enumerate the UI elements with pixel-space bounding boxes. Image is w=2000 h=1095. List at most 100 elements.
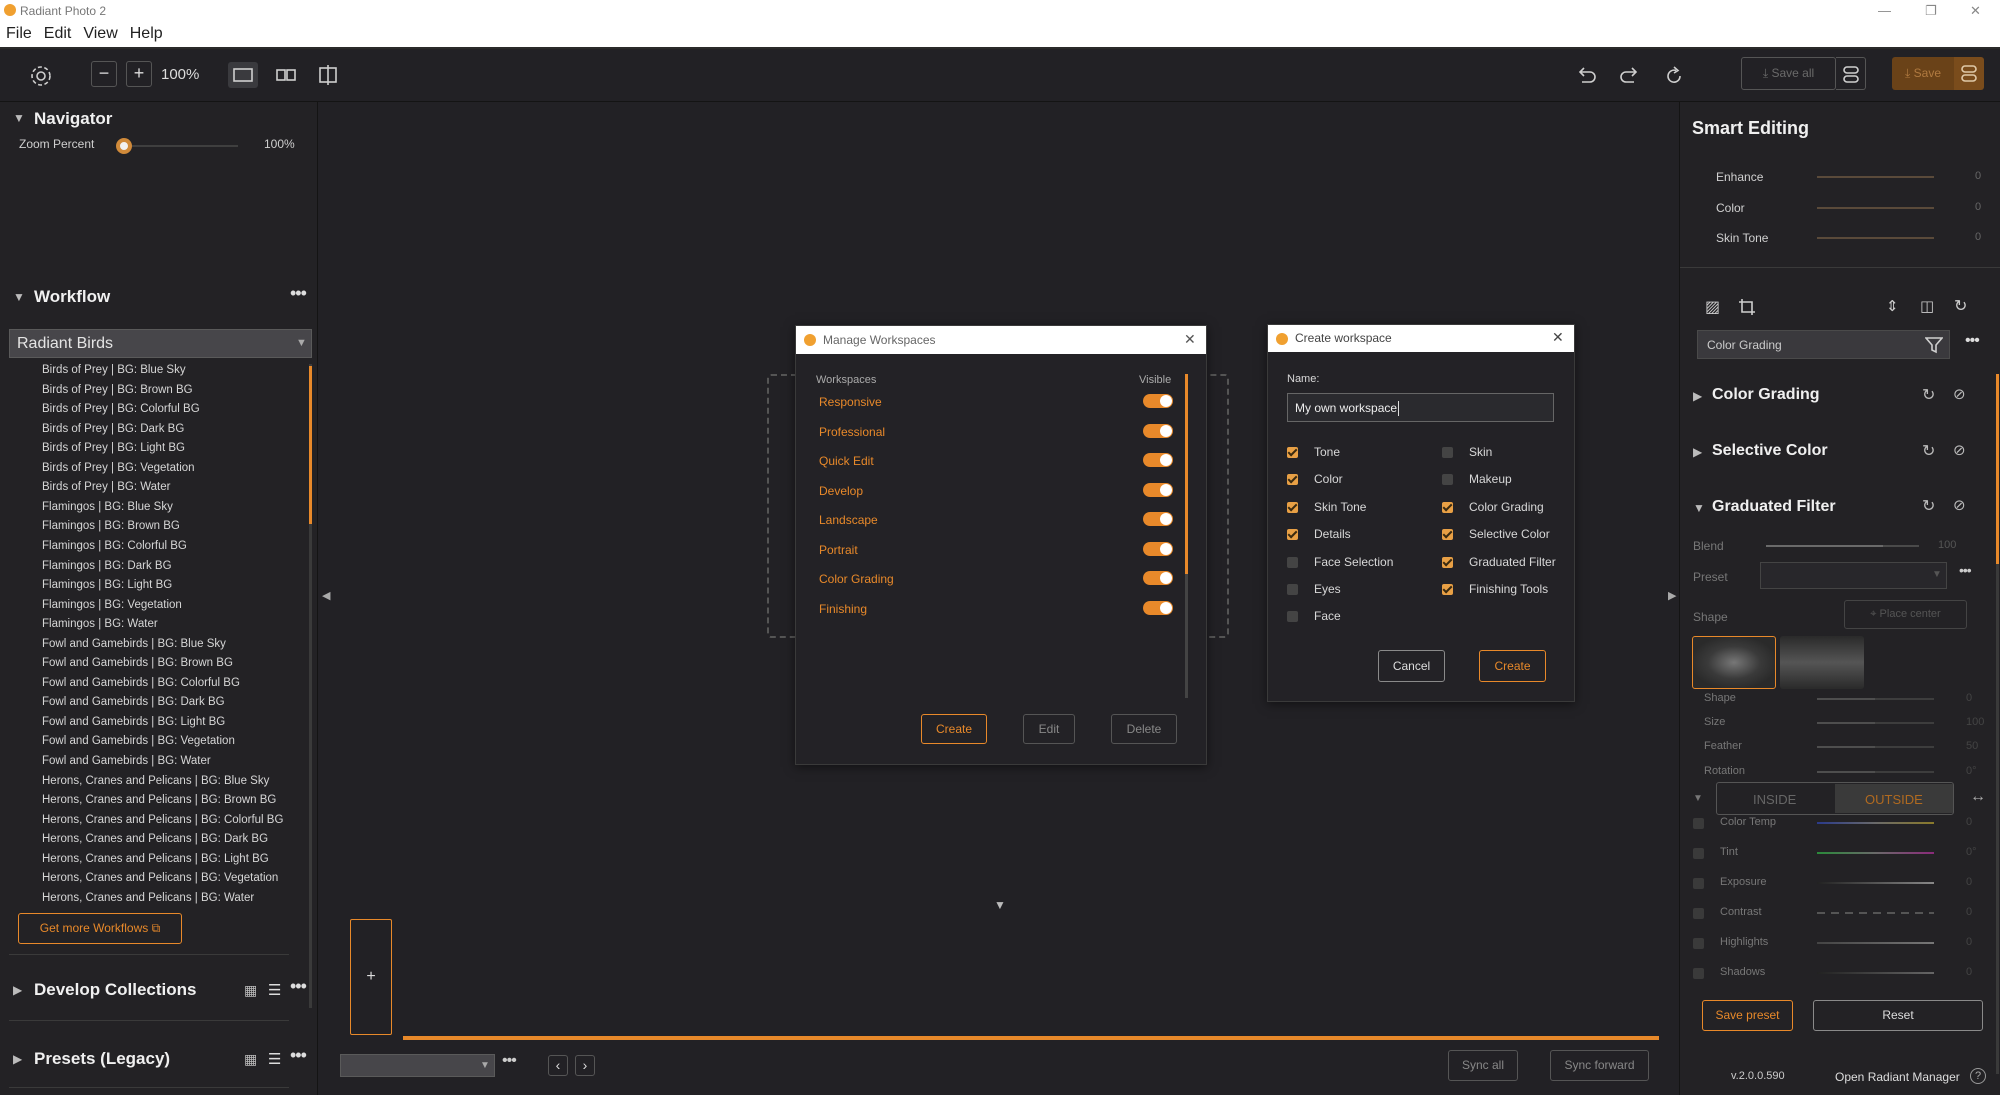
- layers-icon[interactable]: ⇕: [1886, 297, 1899, 315]
- adjustment-slider-track[interactable]: [1817, 822, 1934, 824]
- menu-file[interactable]: File: [0, 21, 38, 43]
- workflow-list-item[interactable]: Fowl and Gamebirds | BG: Colorful BG: [42, 677, 240, 689]
- workspace-more-icon[interactable]: •••: [1965, 332, 1980, 350]
- close-window-icon[interactable]: ✕: [1970, 3, 1981, 19]
- zoom-out-button[interactable]: −: [91, 61, 117, 87]
- reset-section-icon[interactable]: ↻: [1922, 441, 1935, 461]
- reset-button[interactable]: Reset: [1813, 1000, 1983, 1031]
- save-all-button[interactable]: ⤓ Save all: [1741, 57, 1836, 90]
- reset-rotate-icon[interactable]: [1661, 63, 1687, 89]
- selective-color-expand-icon[interactable]: ▶: [1693, 445, 1702, 459]
- previous-image-button[interactable]: ‹: [548, 1055, 568, 1076]
- adjustment-checkbox[interactable]: [1693, 938, 1704, 949]
- outside-option[interactable]: OUTSIDE: [1865, 792, 1923, 807]
- workflow-list-item[interactable]: Herons, Cranes and Pelicans | BG: Colorf…: [42, 814, 283, 826]
- collapse-right-panel-icon[interactable]: ▶: [1668, 589, 1676, 602]
- crop-icon[interactable]: [1738, 298, 1756, 316]
- workspace-name[interactable]: Color Grading: [819, 572, 894, 586]
- option-checkbox[interactable]: [1287, 529, 1298, 541]
- single-view-icon[interactable]: [228, 62, 258, 88]
- option-checkbox[interactable]: [1442, 501, 1453, 513]
- list-view-icon[interactable]: ☰: [268, 1050, 281, 1068]
- workflow-list-item[interactable]: Flamingos | BG: Light BG: [42, 579, 172, 591]
- sync-forward-button[interactable]: Sync forward: [1550, 1050, 1649, 1081]
- option-checkbox[interactable]: [1442, 529, 1453, 541]
- workflow-list-item[interactable]: Herons, Cranes and Pelicans | BG: Vegeta…: [42, 872, 278, 884]
- get-more-workflows-button[interactable]: Get more Workflows ⧉: [18, 913, 182, 944]
- smart-slider-track[interactable]: [1817, 237, 1934, 239]
- workflow-list-item[interactable]: Herons, Cranes and Pelicans | BG: Light …: [42, 853, 269, 865]
- create-workspace-button[interactable]: Create: [921, 714, 987, 744]
- workflow-scrollbar[interactable]: [309, 364, 312, 1008]
- settings-gear-icon[interactable]: [28, 63, 54, 89]
- save-preset-button[interactable]: Save preset: [1702, 1000, 1793, 1031]
- shape-radial-thumbnail[interactable]: [1692, 636, 1776, 689]
- workflow-list-item[interactable]: Flamingos | BG: Blue Sky: [42, 501, 173, 513]
- workspace-visible-toggle[interactable]: [1143, 571, 1173, 585]
- place-center-button[interactable]: ⌖ Place center: [1844, 600, 1967, 629]
- shape-linear-thumbnail[interactable]: [1780, 636, 1864, 689]
- adjustment-checkbox[interactable]: [1693, 878, 1704, 889]
- workspace-name[interactable]: Finishing: [819, 602, 867, 616]
- adjustment-checkbox[interactable]: [1693, 908, 1704, 919]
- workspace-name[interactable]: Develop: [819, 484, 863, 498]
- workflow-list-item[interactable]: Fowl and Gamebirds | BG: Water: [42, 755, 211, 767]
- presets-legacy-expand-icon[interactable]: ▶: [13, 1052, 22, 1066]
- adjustment-slider-track[interactable]: [1817, 882, 1934, 884]
- color-grading-expand-icon[interactable]: ▶: [1693, 389, 1702, 403]
- preset-select[interactable]: ▼: [1760, 562, 1947, 589]
- grid-view-icon[interactable]: ▦: [244, 982, 257, 999]
- adjustment-checkbox[interactable]: [1693, 818, 1704, 829]
- graduated-filter-scrollbar-thumb[interactable]: [1996, 374, 1999, 564]
- workflow-list-item[interactable]: Fowl and Gamebirds | BG: Brown BG: [42, 657, 233, 669]
- option-checkbox[interactable]: [1442, 584, 1453, 595]
- option-checkbox[interactable]: [1442, 447, 1453, 458]
- workspace-visible-toggle[interactable]: [1143, 600, 1173, 615]
- workflow-list-item[interactable]: Fowl and Gamebirds | BG: Light BG: [42, 716, 225, 728]
- inside-outside-toggle[interactable]: INSIDE OUTSIDE: [1716, 782, 1954, 815]
- cancel-button[interactable]: Cancel: [1378, 650, 1445, 682]
- presets-legacy-more-icon[interactable]: •••: [290, 1045, 307, 1066]
- visibility-off-icon[interactable]: ⊘: [1953, 441, 1966, 459]
- zoom-percent-track[interactable]: [124, 145, 238, 147]
- delete-workspace-button[interactable]: Delete: [1111, 714, 1177, 744]
- workflow-list-item[interactable]: Birds of Prey | BG: Brown BG: [42, 384, 193, 396]
- workflow-list-item[interactable]: Herons, Cranes and Pelicans | BG: Brown …: [42, 794, 276, 806]
- workspace-visible-toggle[interactable]: [1143, 512, 1173, 526]
- workflow-list-item[interactable]: Birds of Prey | BG: Vegetation: [42, 462, 195, 474]
- workflow-list-item[interactable]: Birds of Prey | BG: Blue Sky: [42, 364, 186, 376]
- filmstrip-more-icon[interactable]: •••: [502, 1052, 517, 1070]
- open-radiant-manager-link[interactable]: Open Radiant Manager: [1835, 1070, 1960, 1084]
- reset-section-icon[interactable]: ↻: [1922, 385, 1935, 405]
- save-all-options-icon[interactable]: [1836, 57, 1866, 90]
- workflow-more-icon[interactable]: •••: [290, 283, 307, 304]
- maximize-icon[interactable]: ❐: [1925, 3, 1937, 19]
- option-checkbox[interactable]: [1287, 584, 1298, 595]
- workspace-name[interactable]: Quick Edit: [819, 454, 874, 468]
- workspace-visible-toggle[interactable]: [1143, 394, 1173, 408]
- refresh-icon[interactable]: ↻: [1954, 296, 1967, 316]
- workspace-select[interactable]: Color Grading: [1697, 330, 1950, 359]
- adjustment-checkbox[interactable]: [1693, 848, 1704, 859]
- list-view-icon[interactable]: ☰: [268, 981, 281, 999]
- workflow-list-item[interactable]: Flamingos | BG: Water: [42, 618, 158, 630]
- adjustment-slider-track[interactable]: [1817, 942, 1934, 944]
- save-options-icon[interactable]: [1954, 57, 1984, 90]
- close-icon[interactable]: ✕: [1552, 329, 1564, 346]
- graduated-filter-collapse-icon[interactable]: ▼: [1693, 501, 1705, 515]
- workflow-collapse-icon[interactable]: ▼: [13, 290, 25, 304]
- workflow-list-item[interactable]: Herons, Cranes and Pelicans | BG: Dark B…: [42, 833, 268, 845]
- workspace-visible-toggle[interactable]: [1143, 423, 1173, 438]
- zoom-in-button[interactable]: +: [126, 61, 152, 87]
- workspace-name[interactable]: Professional: [819, 425, 885, 439]
- workflow-list-item[interactable]: Flamingos | BG: Vegetation: [42, 599, 182, 611]
- menu-view[interactable]: View: [77, 21, 123, 43]
- undo-icon[interactable]: [1573, 63, 1599, 89]
- adjustment-slider-track[interactable]: [1817, 852, 1934, 854]
- redo-icon[interactable]: [1617, 63, 1643, 89]
- workspace-name-input[interactable]: My own workspace: [1287, 393, 1554, 422]
- workflow-list-item[interactable]: Birds of Prey | BG: Dark BG: [42, 423, 184, 435]
- zoom-percent-handle[interactable]: [116, 138, 132, 154]
- compare-icon[interactable]: ◫: [1920, 297, 1934, 315]
- workspace-visible-toggle[interactable]: [1143, 482, 1173, 497]
